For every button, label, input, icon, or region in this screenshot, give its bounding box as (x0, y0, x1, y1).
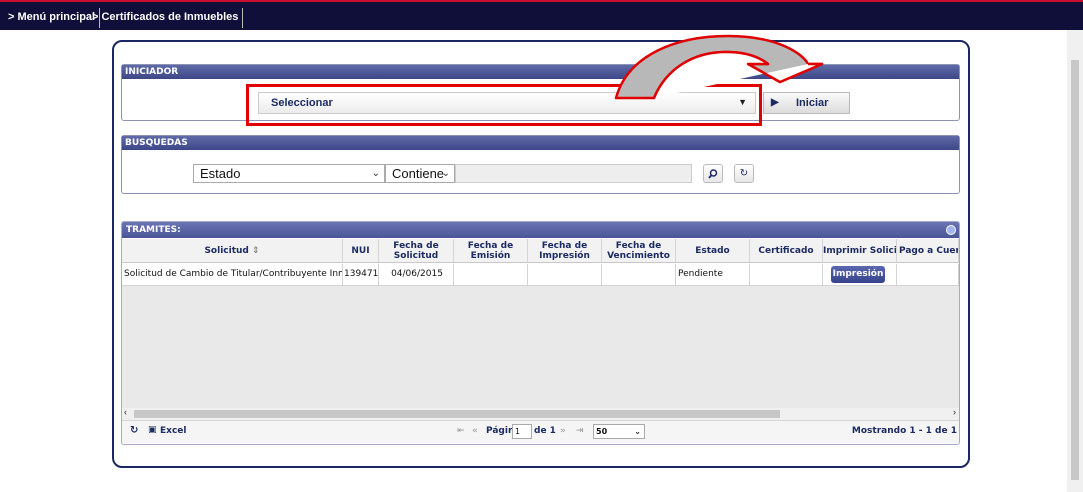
search-input[interactable] (455, 164, 692, 183)
column-header-estado[interactable]: Estado (676, 239, 750, 263)
breadcrumb-menu-principal[interactable]: > Menú principal (4, 8, 101, 28)
search-icon (708, 169, 718, 179)
column-header-fecha-emision[interactable]: Fecha de Emisión (454, 239, 528, 263)
next-page-icon[interactable]: » (560, 426, 566, 436)
column-header-fecha-vencimiento[interactable]: Fecha de Vencimiento (602, 239, 676, 263)
column-label: Certificado (758, 245, 814, 256)
excel-export-link[interactable]: Excel (160, 426, 186, 436)
scroll-left-icon[interactable]: ‹ (124, 407, 127, 417)
sort-icon: ⇕ (252, 245, 260, 256)
scroll-right-icon[interactable]: › (953, 407, 956, 417)
grid-empty-area (122, 286, 959, 408)
column-header-fecha-solicitud[interactable]: Fecha de Solicitud (379, 239, 454, 263)
search-operator-value: Contiene (392, 166, 445, 181)
cell-estado: Pendiente (676, 264, 750, 286)
breadcrumb-certificados[interactable]: > Certificados de Inmuebles (88, 8, 244, 28)
last-page-icon[interactable]: ⇥ (576, 426, 584, 436)
top-navigation-bar: > Menú principal > Certificados de Inmue… (0, 0, 1083, 30)
column-label: NUI (351, 245, 370, 256)
column-label: Fecha de Emisión (467, 240, 514, 261)
column-header-imprimir[interactable]: Imprimir Solicit (823, 239, 897, 263)
column-label: Fecha de Impresión (539, 240, 590, 261)
search-button[interactable] (703, 164, 723, 183)
column-label: Fecha de Solicitud (393, 240, 439, 261)
search-field-value: Estado (200, 166, 241, 181)
cell-fecha-solicitud: 04/06/2015 (379, 264, 454, 286)
tramites-header: TRAMITES: (122, 222, 959, 238)
column-header-solicitud[interactable]: Solicitud ⇕ (122, 239, 343, 263)
page-size-select[interactable]: 50 ⌄ (593, 424, 645, 439)
grid-scroll-thumb[interactable] (134, 410, 780, 418)
page-size-value: 50 (596, 427, 608, 436)
refresh-icon[interactable]: ↻ (130, 425, 138, 436)
column-label: Solicitud (204, 245, 249, 256)
cell-fecha-emision (454, 264, 528, 286)
tramites-grid: TRAMITES: Solicitud ⇕ NUI Fecha de Solic… (121, 221, 960, 445)
chevron-down-icon: ⌄ (441, 168, 450, 179)
excel-icon[interactable]: ▣ (148, 425, 157, 435)
page-scroll-thumb[interactable] (1071, 60, 1079, 480)
reset-search-button[interactable]: ↻ (734, 164, 754, 183)
column-header-pago[interactable]: Pago a Cuent (897, 239, 959, 263)
collapse-icon[interactable] (946, 225, 956, 235)
column-label: Estado (695, 245, 730, 256)
page-of-label: de 1 (534, 426, 556, 436)
curved-arrow-icon (614, 34, 824, 100)
column-header-certificado[interactable]: Certificado (750, 239, 823, 263)
chevron-down-icon: ⌄ (371, 168, 380, 179)
page-vertical-scrollbar[interactable] (1067, 30, 1083, 492)
column-header-fecha-impresion[interactable]: Fecha de Impresión (528, 239, 602, 263)
first-page-icon[interactable]: ⇤ (457, 426, 465, 436)
cell-certificado (750, 264, 823, 286)
records-summary: Mostrando 1 - 1 de 1 (851, 426, 957, 436)
column-label: Pago a Cuent (899, 245, 958, 256)
impresion-button[interactable]: Impresión (831, 266, 885, 283)
column-label: Imprimir Solicit (823, 245, 897, 256)
search-field-select[interactable]: Estado ⌄ (193, 164, 385, 183)
tramites-title: TRAMITES: (126, 225, 181, 235)
prev-page-icon[interactable]: « (472, 426, 478, 436)
chevron-down-icon: ⌄ (634, 427, 641, 436)
grid-pager: ↻ ▣ Excel ⇤ « Página 1 de 1 » ⇥ 50 ⌄ Mos… (122, 420, 959, 443)
cell-pago (897, 264, 959, 286)
grid-horizontal-scrollbar[interactable]: ‹ › (122, 407, 959, 420)
refresh-icon: ↻ (739, 168, 749, 179)
cell-imprimir: Impresión (823, 264, 897, 286)
cell-nui: 1394716 (343, 264, 379, 286)
column-header-nui[interactable]: NUI (343, 239, 379, 263)
cell-fecha-impresion (528, 264, 602, 286)
search-operator-select[interactable]: Contiene ⌄ (385, 164, 455, 183)
cell-fecha-vencimiento (602, 264, 676, 286)
page-number-input[interactable]: 1 (512, 424, 532, 439)
busquedas-header: BUSQUEDAS (122, 136, 959, 150)
column-label: Fecha de Vencimiento (607, 240, 670, 261)
cell-solicitud: Solicitud de Cambio de Titular/Contribuy… (122, 264, 343, 286)
